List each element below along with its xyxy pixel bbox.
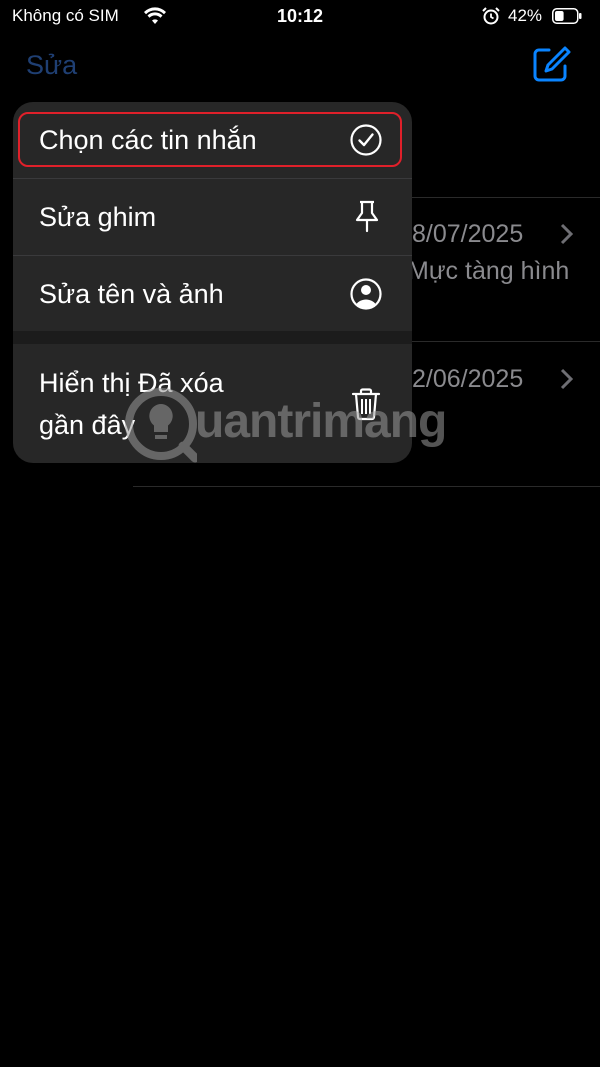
conversation-date: 8/07/2025 [412,220,524,248]
highlight-box [18,112,402,167]
edit-button[interactable]: Sửa [26,50,77,81]
menu-item-label: Sửa tên và ảnh [39,279,224,309]
menu-item-select-messages[interactable]: Chọn các tin nhắn [13,102,412,178]
menu-item-label: gần đây [39,410,136,440]
alarm-icon [482,7,500,25]
watermark-text: uantrimang [195,395,447,448]
menu-section-gap [13,331,412,344]
chevron-right-icon [560,368,574,390]
watermark: uantrimang [125,386,470,466]
menu-item-edit-name-photo[interactable]: Sửa tên và ảnh [13,256,412,331]
menu-item-edit-pins[interactable]: Sửa ghim [13,179,412,255]
chevron-right-icon [560,223,574,245]
lightbulb-logo-icon [125,388,197,463]
menu-item-label: Sửa ghim [39,202,157,232]
list-separator [133,486,600,487]
pin-icon [355,200,379,233]
conversation-preview: Mực tàng hình [408,257,570,285]
battery-percent: 42% [508,6,543,25]
compose-icon[interactable] [531,44,571,84]
person-circle-icon [350,278,382,310]
battery-icon [552,8,582,24]
status-bar: Không có SIM 10:12 42% [0,0,600,34]
